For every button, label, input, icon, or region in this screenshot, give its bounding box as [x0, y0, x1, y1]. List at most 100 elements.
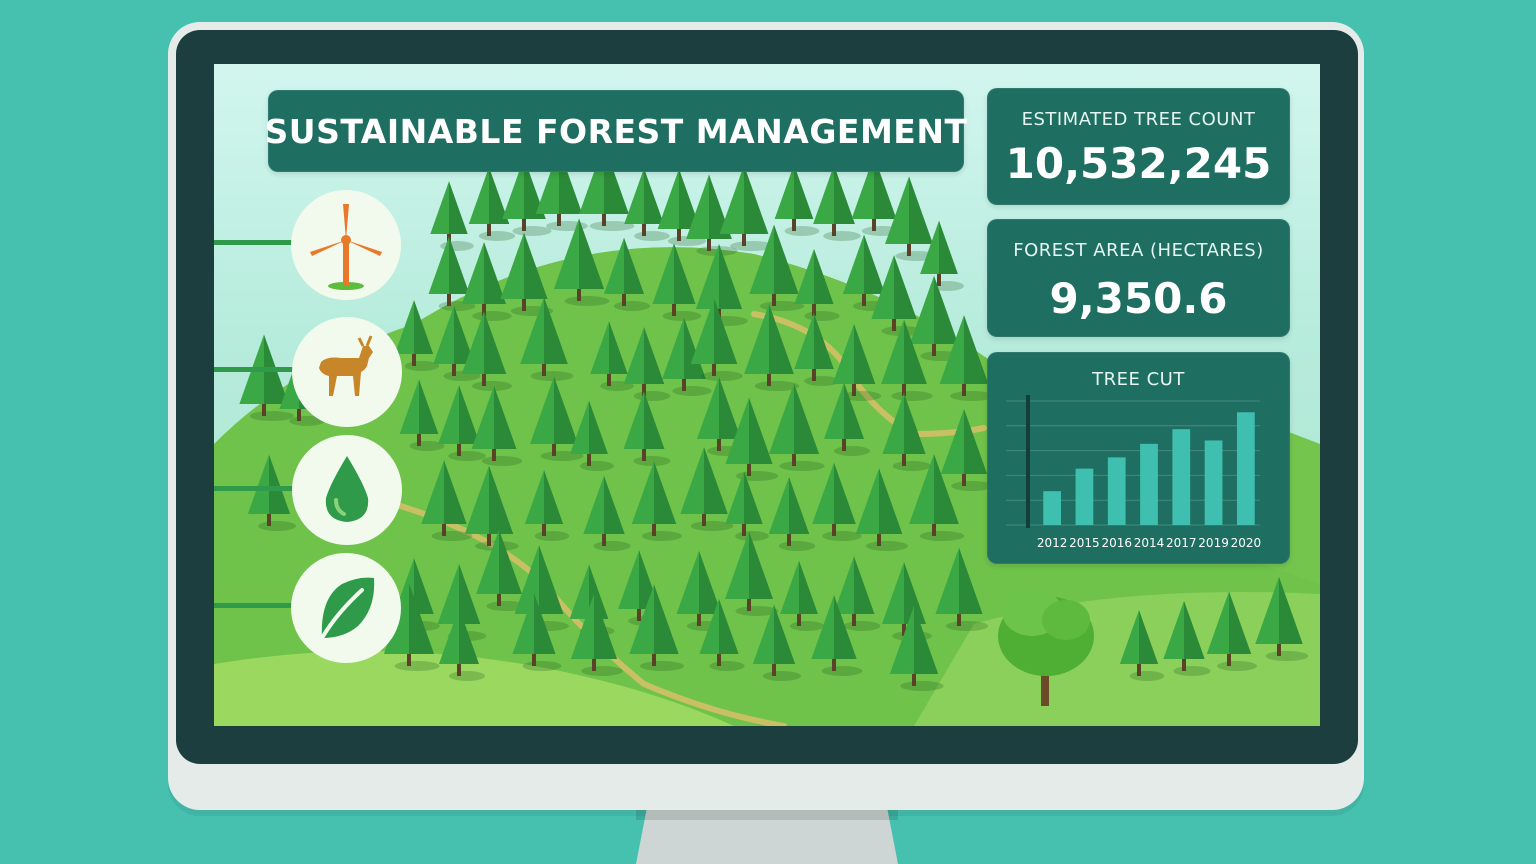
chart-bar [1107, 457, 1126, 525]
tree-trunk [457, 664, 461, 676]
tree-shadow [579, 461, 615, 471]
tree-trunk [832, 524, 836, 536]
tree-trunk [552, 444, 556, 456]
tree-shadow [891, 391, 933, 401]
tree-trunk [937, 274, 941, 286]
tree-shadow [593, 541, 631, 551]
tree-trunk [602, 214, 606, 226]
conifer-tree [624, 168, 644, 224]
conifer-tree [909, 176, 933, 244]
connector-line [214, 486, 294, 491]
title-banner: SUSTAINABLE FOREST MANAGEMENT [265, 90, 967, 172]
forest-area-card[interactable]: FOREST AREA (HECTARES) 9,350.6 [987, 219, 1290, 337]
tree-shadow [257, 521, 297, 531]
conifer-tree [939, 220, 958, 274]
deer-icon[interactable] [292, 317, 402, 427]
connector-line [214, 603, 294, 608]
tree-trunk [407, 654, 411, 666]
conifer-tree [430, 181, 449, 234]
tree-count-label: ESTIMATED TREE COUNT [1021, 109, 1256, 130]
tree-shadow [512, 226, 552, 236]
conifer-tree [794, 164, 814, 219]
conifer-tree [468, 166, 489, 224]
chart-bar [1075, 468, 1094, 525]
tree-trunk [1182, 659, 1186, 671]
conifer-tree [500, 232, 524, 299]
tree-shadow [1173, 666, 1211, 676]
conifer-tree [644, 168, 664, 224]
tree-shadow [534, 531, 570, 541]
tree-shadow [833, 446, 871, 456]
conifer-tree [834, 165, 855, 224]
tree-trunk [962, 474, 966, 486]
tree-trunk [1227, 654, 1231, 666]
tree-trunk [682, 379, 686, 391]
tree-trunk [712, 364, 716, 376]
tree-trunk [812, 369, 816, 381]
tree-trunk [262, 404, 266, 416]
tree-cut-card[interactable]: TREE CUT 2012 2015 2016 2014 2017 2019 2020 [987, 352, 1290, 564]
tree-shadow [784, 226, 820, 236]
tree-trunk [267, 514, 271, 526]
tree-trunk [1277, 644, 1281, 656]
connector-line [214, 240, 294, 245]
tree-shadow [709, 661, 745, 671]
chart-tick-label: 2012 [1037, 536, 1068, 550]
tree-shadow [530, 371, 574, 381]
chart-bar [1140, 443, 1158, 525]
chart-bar [1172, 429, 1191, 525]
tree-trunk [452, 364, 456, 376]
tree-trunk [592, 659, 596, 671]
chart-tick-label: 2019 [1198, 536, 1229, 550]
tree-trunk [557, 214, 561, 226]
conifer-tree [864, 234, 886, 294]
tree-trunk [697, 614, 701, 626]
tree-trunk [542, 364, 546, 376]
tree-shadow [945, 621, 989, 631]
tree-shadow [564, 296, 610, 306]
chart-bar [1043, 491, 1062, 525]
tree-shadow [1265, 651, 1309, 661]
monitor-stand-shadow [636, 810, 898, 820]
conifer-tree [774, 164, 794, 219]
tree-trunk [792, 454, 796, 466]
tree-trunk [877, 534, 881, 546]
tree-shadow [843, 621, 881, 631]
tree-trunk [717, 654, 721, 666]
tree-shadow [804, 311, 840, 321]
tree-trunk [962, 384, 966, 396]
tree-shadow [472, 311, 512, 321]
tree-shadow [778, 541, 816, 551]
tree-trunk [532, 654, 536, 666]
tree-trunk [767, 374, 771, 386]
tree-shadow [662, 311, 702, 321]
tree-shadow [481, 456, 523, 466]
conifer-tree [813, 165, 834, 224]
tree-trunk [672, 304, 676, 316]
chart-tick-label: 2016 [1101, 536, 1132, 550]
tree-trunk [772, 294, 776, 306]
tree-trunk [297, 409, 301, 421]
tree-shadow [639, 661, 685, 671]
conifer-tree [964, 315, 989, 384]
tree-shadow [672, 386, 712, 396]
tree-count-value: 10,532,245 [1005, 139, 1272, 188]
tree-trunk [872, 219, 876, 231]
chart-tick-label: 2020 [1231, 536, 1262, 550]
tree-count-card[interactable]: ESTIMATED TREE COUNT 10,532,245 [987, 88, 1290, 205]
tree-cut-chart: 2012 2015 2016 2014 2017 2019 2020 [1006, 395, 1262, 550]
tree-trunk [747, 464, 751, 476]
tree-shadow [472, 381, 512, 391]
tree-shadow [642, 531, 682, 541]
tree-trunk [652, 524, 656, 536]
wind-turbine-icon[interactable] [291, 190, 401, 300]
forest-area-value: 9,350.6 [1049, 274, 1228, 323]
water-drop-icon[interactable] [292, 435, 402, 545]
tree-shadow [866, 541, 908, 551]
leaf-icon[interactable] [291, 553, 401, 663]
tree-trunk [652, 654, 656, 666]
tree-trunk [482, 374, 486, 386]
tree-trunk [852, 384, 856, 396]
tree-trunk [492, 449, 496, 461]
tree-trunk [702, 514, 706, 526]
